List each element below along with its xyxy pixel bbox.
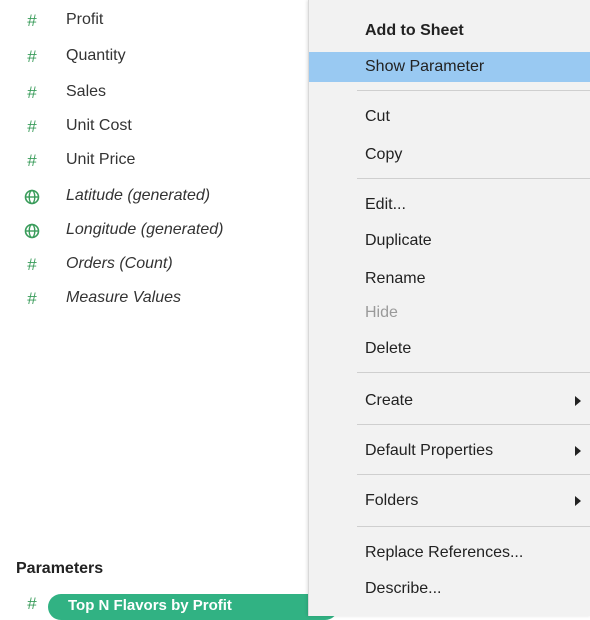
hash-icon: # [27, 83, 37, 102]
field-profit[interactable]: # Profit [0, 6, 310, 36]
menu-item-describe[interactable]: Describe... [309, 574, 590, 604]
submenu-arrow-icon [575, 396, 581, 406]
menu-separator [357, 372, 590, 373]
field-sales[interactable]: # Sales [0, 78, 310, 108]
hash-icon: # [27, 151, 37, 170]
menu-item-hide: Hide [365, 304, 398, 321]
hash-icon: # [27, 289, 37, 308]
menu-item-duplicate[interactable]: Duplicate [309, 226, 590, 256]
field-label: Longitude (generated) [66, 221, 224, 238]
submenu-arrow-icon [575, 496, 581, 506]
parameter-pill[interactable]: Top N Flavors by Profit [48, 594, 338, 620]
field-label: Orders (Count) [66, 255, 173, 272]
menu-item-create[interactable]: Create [309, 386, 590, 416]
menu-item-cut[interactable]: Cut [309, 102, 590, 132]
menu-item-delete[interactable]: Delete [309, 334, 590, 364]
menu-item-show-parameter[interactable]: Show Parameter [309, 52, 590, 82]
menu-item-add-to-sheet[interactable]: Add to Sheet [309, 16, 590, 46]
field-label: Sales [66, 83, 107, 100]
field-label: Profit [66, 11, 104, 28]
field-longitude[interactable]: Longitude (generated) [0, 216, 310, 246]
menu-separator [357, 474, 590, 475]
menu-separator [357, 90, 590, 91]
hash-icon: # [27, 117, 37, 136]
field-unit-cost[interactable]: # Unit Cost [0, 112, 310, 142]
field-quantity[interactable]: # Quantity [0, 42, 310, 72]
field-measure-values[interactable]: # Measure Values [0, 284, 310, 314]
field-label: Measure Values [66, 289, 182, 306]
parameter-top-n-flavors[interactable]: # Top N Flavors by Profit [0, 592, 340, 620]
hash-icon: # [27, 255, 37, 274]
hash-icon: # [27, 11, 37, 30]
menu-separator [357, 424, 590, 425]
menu-item-rename[interactable]: Rename [309, 264, 590, 294]
menu-item-label: Folders [365, 492, 419, 509]
field-orders-count[interactable]: # Orders (Count) [0, 250, 310, 280]
globe-icon [22, 221, 42, 241]
menu-item-folders[interactable]: Folders [309, 486, 590, 516]
menu-separator [357, 526, 590, 527]
menu-item-label: Default Properties [365, 442, 494, 459]
field-label: Quantity [66, 47, 126, 64]
menu-item-copy[interactable]: Copy [309, 140, 590, 170]
menu-item-replace-references[interactable]: Replace References... [309, 538, 590, 568]
hash-icon: # [27, 594, 37, 613]
hash-icon: # [27, 47, 37, 66]
menu-separator [357, 178, 590, 179]
globe-icon [22, 187, 42, 207]
parameters-header: Parameters [16, 560, 104, 577]
field-label: Latitude (generated) [66, 187, 211, 204]
field-unit-price[interactable]: # Unit Price [0, 146, 310, 176]
submenu-arrow-icon [575, 446, 581, 456]
menu-item-default-properties[interactable]: Default Properties [309, 436, 590, 466]
field-label: Unit Cost [66, 117, 132, 134]
field-label: Unit Price [66, 151, 136, 168]
menu-item-edit[interactable]: Edit... [309, 190, 590, 220]
menu-item-label: Create [365, 392, 414, 409]
context-menu: Add to Sheet Show Parameter Cut Copy Edi… [308, 0, 590, 616]
field-latitude[interactable]: Latitude (generated) [0, 182, 310, 212]
